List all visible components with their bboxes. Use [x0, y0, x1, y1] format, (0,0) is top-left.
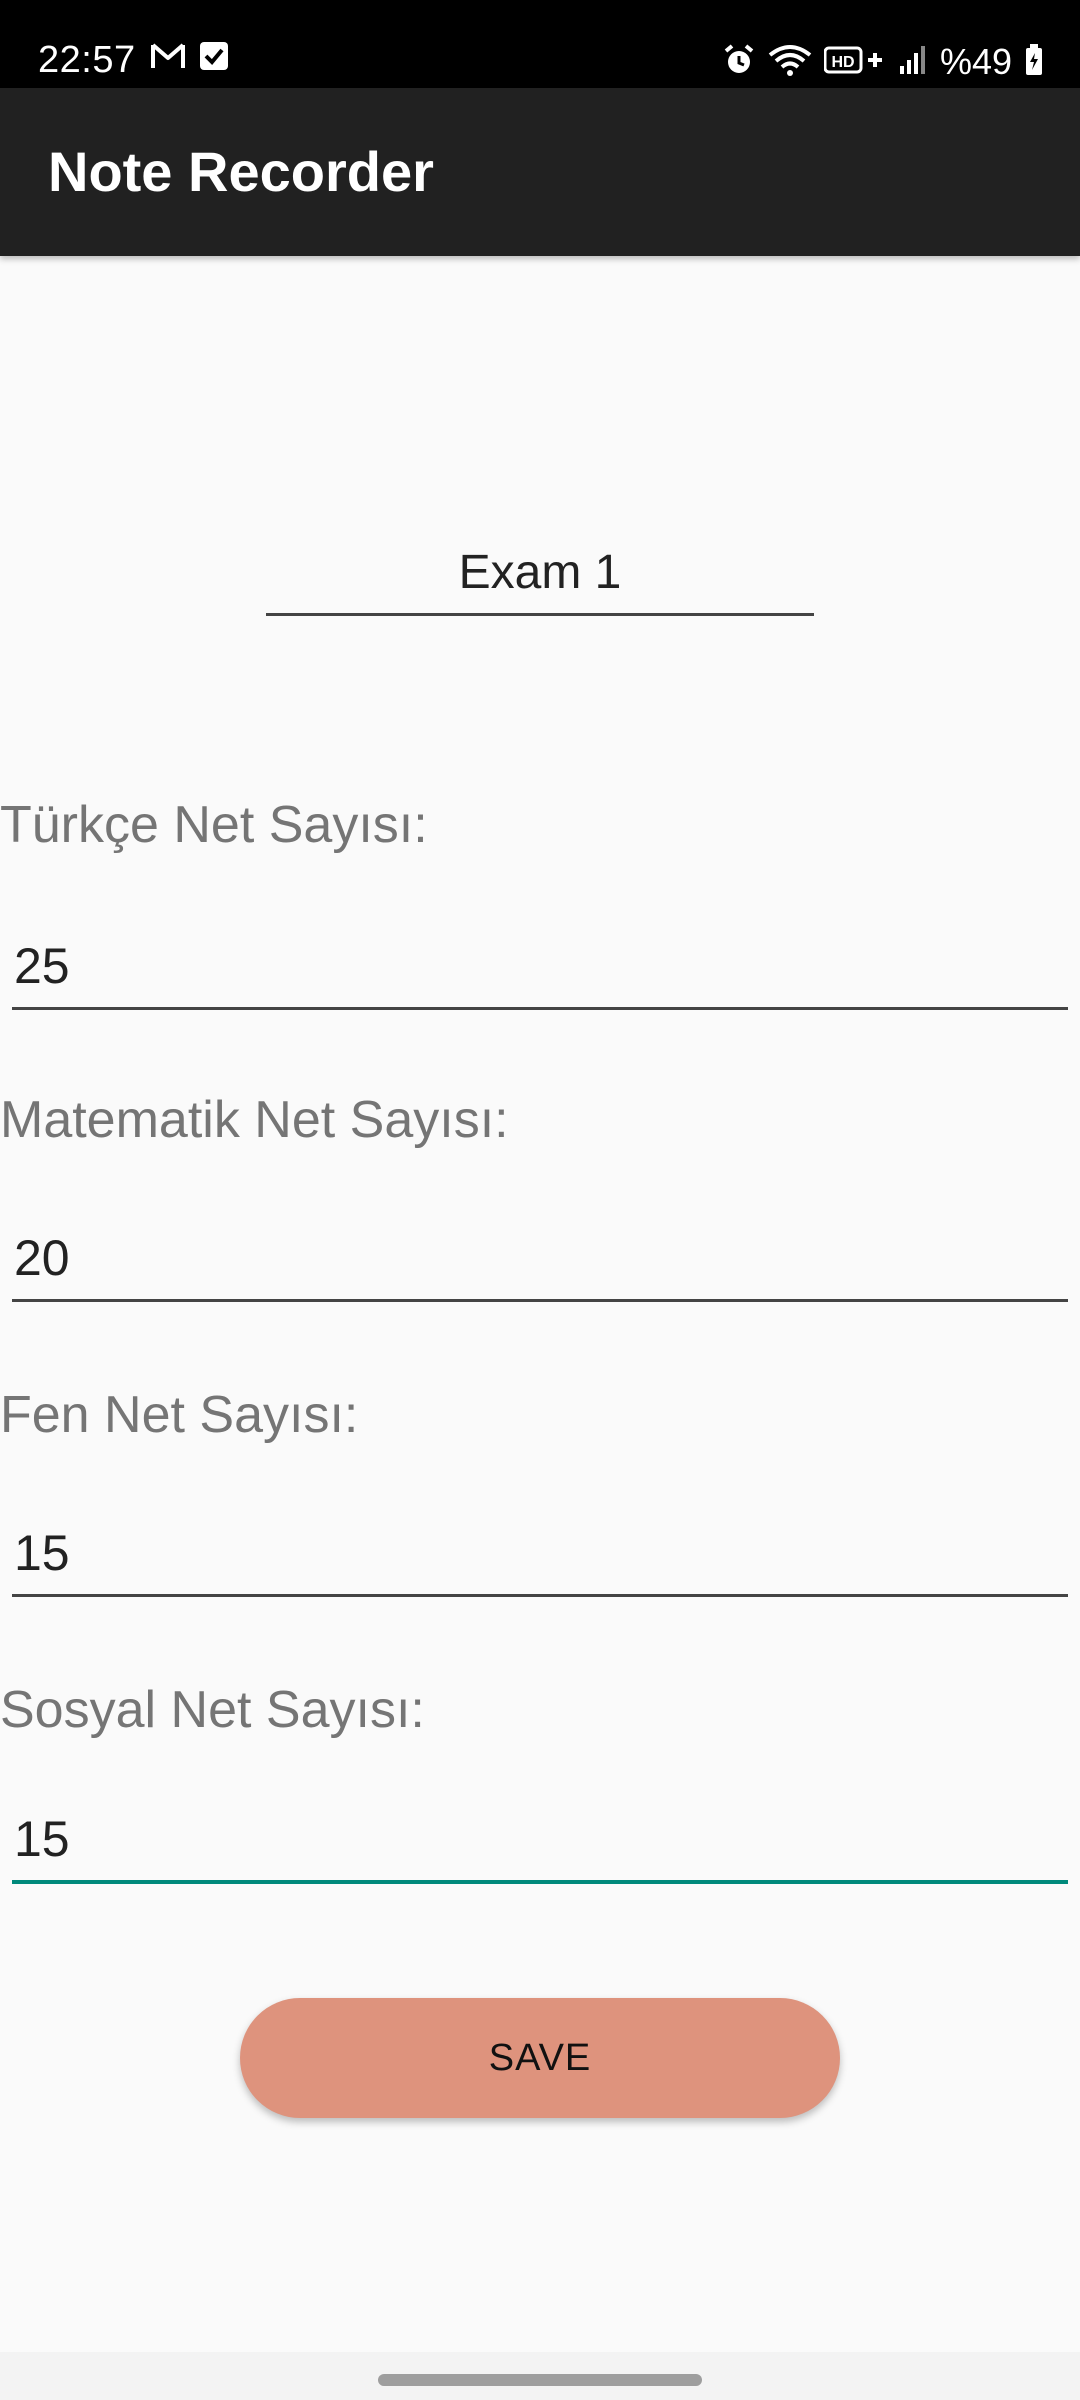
matematik-net-input[interactable]: [12, 1220, 1068, 1302]
svg-text:HD: HD: [831, 54, 854, 71]
home-gesture-handle[interactable]: [378, 2374, 702, 2386]
wifi-icon: [768, 43, 812, 82]
sosyal-label: Sosyal Net Sayısı:: [0, 1681, 425, 1739]
status-bar: 22:57 HD %49: [0, 0, 1080, 88]
gmail-icon: [150, 41, 186, 76]
turkce-label: Türkçe Net Sayısı:: [0, 796, 428, 854]
battery-icon: [1024, 43, 1044, 82]
save-button[interactable]: SAVE: [240, 1998, 840, 2118]
status-time: 22:57: [38, 39, 136, 81]
battery-percent: %49: [939, 41, 1012, 82]
fen-label: Fen Net Sayısı:: [0, 1386, 359, 1444]
hd-volte-icon: HD: [823, 44, 886, 81]
navigation-bar: [0, 2352, 1080, 2400]
checkbox-notification-icon: [198, 40, 230, 77]
signal-icon: [898, 44, 928, 81]
app-bar: Note Recorder: [0, 88, 1080, 256]
matematik-label: Matematik Net Sayısı:: [0, 1091, 509, 1149]
exam-name-field: [266, 540, 814, 618]
alarm-icon: [722, 43, 756, 82]
app-title: Note Recorder: [48, 140, 434, 203]
exam-name-input[interactable]: [266, 540, 814, 616]
status-right-icons: HD %49: [722, 38, 1044, 86]
turkce-net-input[interactable]: [12, 928, 1068, 1010]
status-left-icons: [150, 40, 230, 77]
fen-net-input[interactable]: [12, 1515, 1068, 1597]
sosyal-net-input[interactable]: [12, 1802, 1068, 1884]
